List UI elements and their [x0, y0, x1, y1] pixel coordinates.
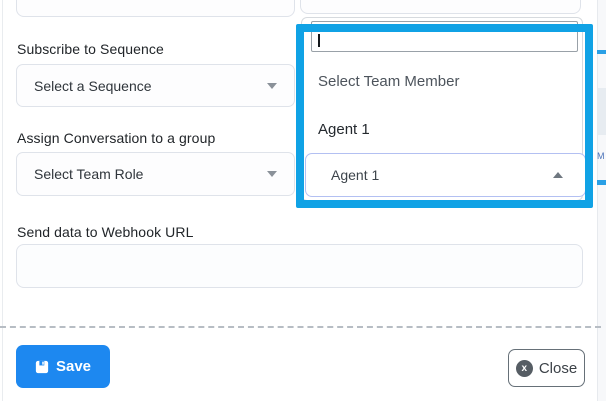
top-field-right-partial[interactable] [300, 0, 581, 14]
edge-grey-block [598, 88, 606, 135]
footer-dashed-divider [0, 326, 601, 328]
team-member-search-input[interactable] [311, 21, 578, 52]
webhook-url-input[interactable] [16, 244, 583, 288]
save-button-label: Save [56, 358, 91, 375]
save-button[interactable]: Save [16, 345, 110, 388]
team-member-select-value: Agent 1 [331, 167, 379, 183]
subscribe-sequence-label: Subscribe to Sequence [17, 41, 164, 57]
assign-group-label: Assign Conversation to a group [17, 130, 215, 146]
sequence-select-value: Select a Sequence [34, 78, 152, 94]
edge-blue-bar-bottom [597, 180, 606, 185]
right-edge-sliver [597, 0, 606, 401]
text-cursor [318, 34, 320, 47]
dropdown-option-agent-1[interactable]: Agent 1 [318, 121, 370, 138]
team-member-select[interactable]: Agent 1 [305, 153, 586, 197]
chevron-down-icon [267, 171, 277, 177]
chevron-up-icon [553, 172, 563, 178]
modal-left-border [2, 0, 3, 401]
team-role-select[interactable]: Select Team Role [16, 152, 295, 196]
sequence-select[interactable]: Select a Sequence [16, 64, 295, 107]
edge-blue-bar-top [597, 50, 606, 54]
close-icon: x [516, 360, 533, 377]
team-role-select-value: Select Team Role [34, 166, 143, 182]
close-button[interactable]: x Close [508, 349, 585, 387]
save-icon [35, 360, 49, 374]
chevron-down-icon [267, 83, 277, 89]
webhook-url-label: Send data to Webhook URL [17, 224, 193, 240]
top-field-left-partial[interactable] [16, 0, 295, 17]
dropdown-option-select-team-member[interactable]: Select Team Member [318, 73, 459, 90]
edge-text-fragment: M [597, 151, 605, 161]
close-button-label: Close [539, 360, 577, 377]
